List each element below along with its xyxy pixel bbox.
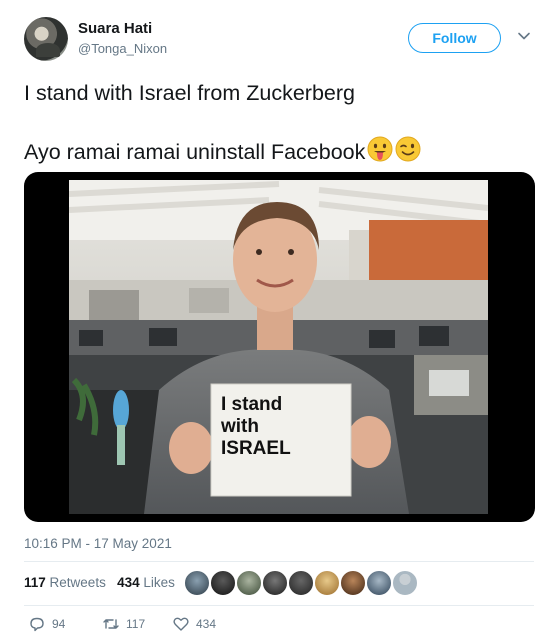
reply-action[interactable]: 94	[28, 615, 65, 633]
photo-sign-text: I stand with ISRAEL	[221, 394, 339, 460]
tweet-text-line-2: Ayo ramai ramai uninstall Facebook	[24, 136, 529, 164]
tweet-media[interactable]	[24, 172, 535, 522]
retweet-action[interactable]: 117	[102, 615, 145, 633]
tweet-text: I stand with Israel from Zuckerberg Ayo …	[24, 80, 529, 164]
liker-avatar[interactable]	[340, 570, 366, 596]
winking-face-emoji	[395, 136, 421, 162]
sign-line-1: I stand	[221, 394, 283, 415]
sign-line-3: ISRAEL	[221, 438, 291, 459]
retweets-label: Retweets	[49, 575, 106, 590]
reply-icon	[30, 617, 44, 632]
likes-label: Likes	[143, 575, 175, 590]
sign-line-2: with	[221, 416, 259, 437]
liker-avatar[interactable]	[288, 570, 314, 596]
divider	[24, 605, 534, 606]
liker-avatar[interactable]	[210, 570, 236, 596]
reply-count: 94	[52, 617, 66, 631]
tweet-header: Suara Hati @Tonga_Nixon Follow	[24, 17, 534, 63]
liker-avatar[interactable]	[366, 570, 392, 596]
liker-avatar[interactable]	[262, 570, 288, 596]
author-name[interactable]: Suara Hati	[78, 20, 152, 37]
retweets-stat[interactable]: 117 Retweets	[24, 575, 106, 590]
retweets-count: 117	[24, 575, 46, 590]
tongue-out-face-emoji	[367, 136, 393, 162]
liker-avatar[interactable]	[236, 570, 262, 596]
divider	[24, 561, 534, 562]
liker-avatar[interactable]	[184, 570, 210, 596]
likes-count: 434	[117, 575, 140, 590]
tweet-text-line-1: I stand with Israel from Zuckerberg	[24, 81, 355, 105]
tweet-photo[interactable]	[69, 180, 488, 514]
retweet-count: 117	[126, 617, 146, 631]
avatar[interactable]	[24, 17, 68, 61]
tweet-timestamp[interactable]: 10:16 PM - 17 May 2021	[24, 536, 172, 551]
heart-icon	[173, 617, 189, 631]
likes-stat[interactable]: 434 Likes	[117, 575, 175, 590]
tweet-stats: 117 Retweets 434 Likes	[24, 575, 175, 590]
tweet-text-line-2-text: Ayo ramai ramai uninstall Facebook	[24, 140, 366, 164]
author-handle[interactable]: @Tonga_Nixon	[78, 41, 167, 56]
like-count: 434	[196, 617, 217, 631]
chevron-down-icon[interactable]	[517, 29, 531, 43]
like-action[interactable]: 434	[172, 615, 216, 633]
follow-button[interactable]: Follow	[408, 23, 501, 53]
tweet-actions: 94 117 434	[24, 615, 324, 635]
liker-avatar[interactable]	[314, 570, 340, 596]
liker-avatar[interactable]	[392, 570, 418, 596]
retweet-icon	[103, 619, 119, 629]
